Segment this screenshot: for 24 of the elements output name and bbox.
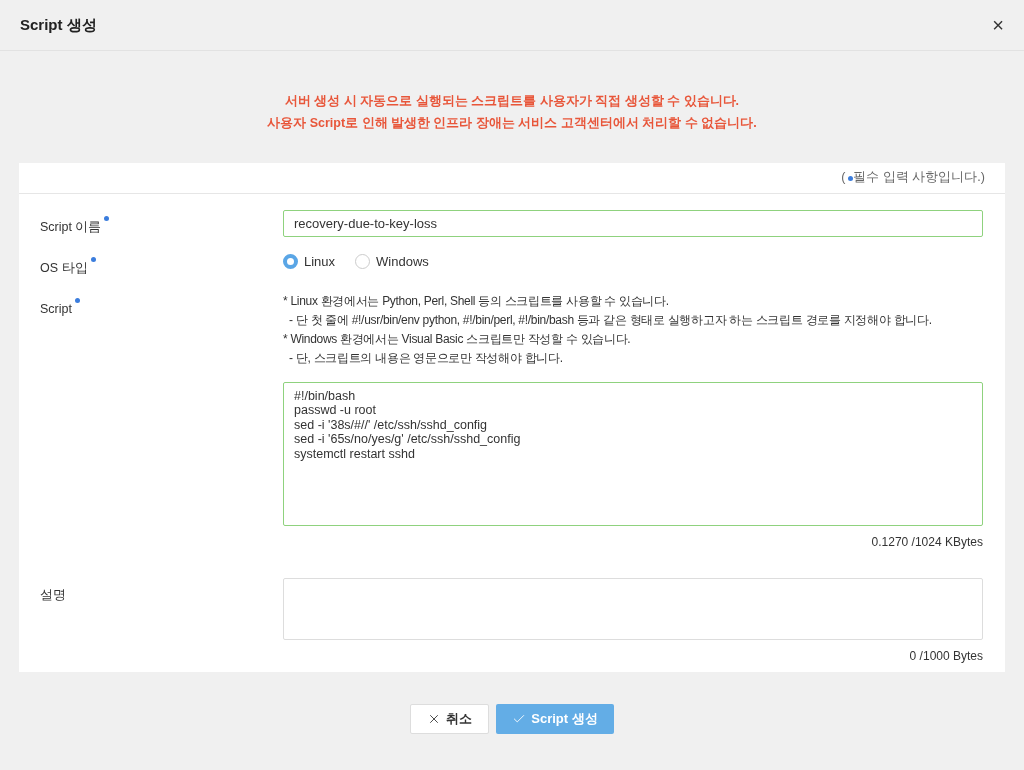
radio-label: Windows (376, 252, 429, 271)
required-note-paren: ( (841, 169, 846, 187)
required-note: 필수 입력 사항입니다.) (853, 169, 985, 187)
dialog-title: Script 생성 (20, 14, 97, 35)
description-field[interactable] (283, 577, 983, 640)
byte-counter: 0.1270 /1024 KBytes (871, 533, 983, 551)
field-label: 설명 (40, 587, 66, 602)
close-button[interactable]: × (992, 15, 1004, 35)
script-name-field[interactable]: recovery-due-to-key-loss (283, 209, 983, 237)
help-text: * Linux 환경에서는 Python, Perl, Shell 등의 스크립트를 사용할 수 있습니다. (283, 292, 669, 310)
field-label: Script (40, 301, 72, 316)
radio-label: Linux (304, 252, 336, 271)
byte-counter: 0 /1000 Bytes (909, 647, 983, 665)
field-label: Script 이름 (40, 219, 102, 234)
help-text: * Windows 환경에서는 Visual Basic 스크립트만 작성할 수 있습니다. (283, 330, 631, 348)
cancel-button[interactable]: 취소 (410, 703, 490, 734)
field-label: OS 타입 (40, 260, 88, 275)
help-text: - 단, 스크립트의 내용은 영문으로만 작성해야 합니다. (288, 349, 563, 367)
os-radio-option[interactable]: Linux (283, 251, 336, 272)
help-text: - 단 첫 줄에 #!/usr/bin/env python, #!/bin/perl, #!/bin/bash 등과 같은 형태로 실행하고자 하는 스크립트 경로를 지정해야 합니다. (288, 311, 932, 329)
os-radio-option[interactable]: Windows (355, 251, 429, 272)
warning-text: 사용자 Script로 인해 발생한 인프라 장애는 서비스 고객센터에서 처리할 수 없습니다. (267, 114, 757, 132)
warning-text: 서버 생성 시 자동으로 실행되는 스크립트를 사용자가 직접 생성할 수 있습니다. (284, 93, 740, 110)
script-editor[interactable]: #!/bin/bash passwd -u root sed -i '38s/#//' /etc/ssh/sshd_config sed -i '65s/no/yes/g' /etc/ssh/sshd_config systemctl restart sshd (283, 381, 983, 526)
